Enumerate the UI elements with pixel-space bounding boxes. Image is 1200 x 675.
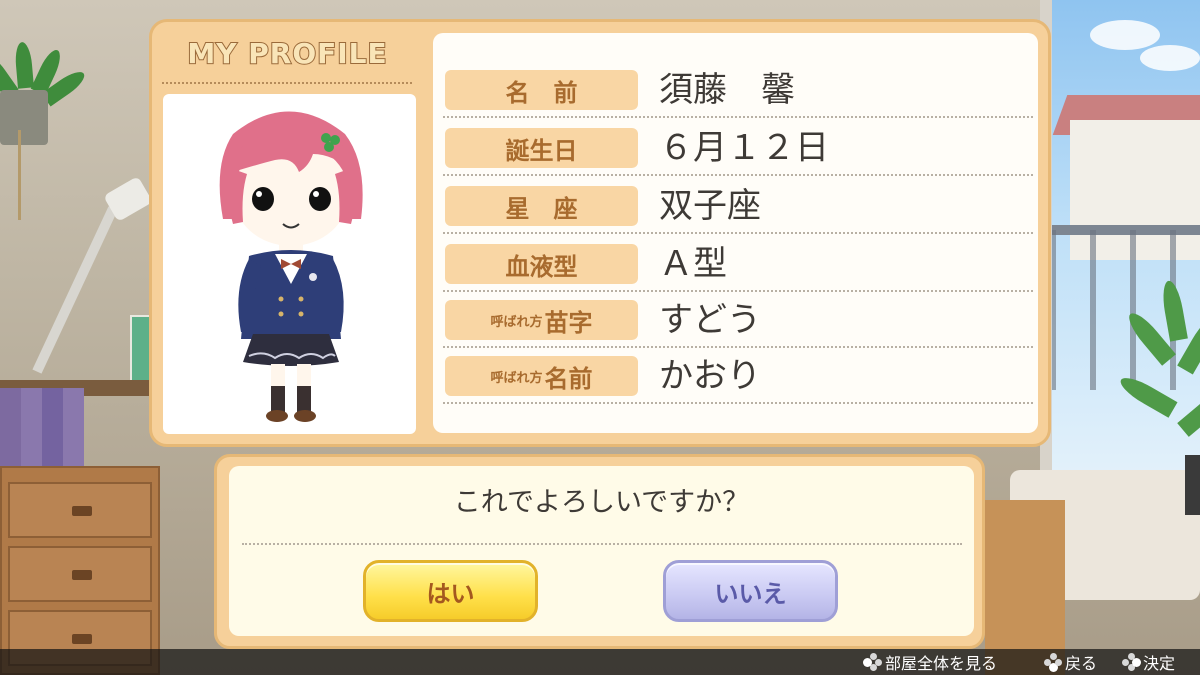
dpad-left-icon bbox=[864, 653, 882, 671]
hint-confirm[interactable]: 決定 bbox=[1122, 652, 1176, 673]
no-button[interactable]: いいえ bbox=[663, 560, 838, 622]
potted-plant bbox=[1116, 270, 1200, 470]
row-divider bbox=[443, 402, 1033, 404]
title-divider bbox=[162, 82, 412, 84]
field-row-zodiac: 星 座 双子座 bbox=[443, 178, 1033, 234]
field-value-nickname-surname: すどう bbox=[659, 300, 761, 340]
field-row-birthday: 誕生日 ６月１２日 bbox=[443, 120, 1033, 176]
field-label-name: 名 前 bbox=[445, 70, 638, 110]
field-label-zodiac: 星 座 bbox=[445, 186, 638, 226]
row-divider bbox=[443, 174, 1033, 176]
field-label-birthday: 誕生日 bbox=[445, 128, 638, 168]
field-value-blood-type: Ａ型 bbox=[659, 244, 727, 284]
hanging-plant bbox=[0, 20, 89, 145]
dialog-divider bbox=[242, 543, 962, 545]
book-row bbox=[0, 388, 84, 468]
hint-label: 決定 bbox=[1143, 654, 1176, 673]
field-label-blood-type: 血液型 bbox=[445, 244, 638, 284]
row-divider bbox=[443, 116, 1033, 118]
profile-title: MY PROFILE bbox=[186, 36, 388, 71]
hint-label: 部屋全体を見る bbox=[885, 654, 998, 673]
field-label-nickname-given: 呼ばれ方 名前 bbox=[445, 356, 638, 396]
field-row-name: 名 前 須藤 馨 bbox=[443, 62, 1033, 118]
field-row-nickname-surname: 呼ばれ方 苗字 すどう bbox=[443, 292, 1033, 348]
dpad-bottom-icon bbox=[1044, 653, 1062, 671]
field-value-name: 須藤 馨 bbox=[659, 70, 795, 110]
macrame-string bbox=[18, 130, 21, 220]
hint-view-room[interactable]: 部屋全体を見る bbox=[864, 652, 998, 673]
confirm-question: これでよろしいですか？ bbox=[453, 487, 750, 518]
field-row-blood-type: 血液型 Ａ型 bbox=[443, 236, 1033, 292]
avatar-portrait bbox=[163, 94, 416, 434]
dpad-right-icon bbox=[1122, 653, 1140, 671]
hint-label: 戻る bbox=[1065, 654, 1098, 673]
drawer-cabinet bbox=[0, 466, 160, 675]
yes-button[interactable]: はい bbox=[363, 560, 538, 622]
chibi-character-illustration bbox=[219, 111, 363, 422]
row-divider bbox=[443, 232, 1033, 234]
field-row-nickname-given: 呼ばれ方 名前 かおり bbox=[443, 348, 1033, 404]
control-hint-bar bbox=[0, 649, 1200, 675]
field-value-birthday: ６月１２日 bbox=[659, 128, 829, 168]
hint-back[interactable]: 戻る bbox=[1044, 652, 1098, 673]
field-label-nickname-surname: 呼ばれ方 苗字 bbox=[445, 300, 638, 340]
field-value-nickname-given: かおり bbox=[659, 356, 761, 396]
field-value-zodiac: 双子座 bbox=[659, 186, 761, 226]
